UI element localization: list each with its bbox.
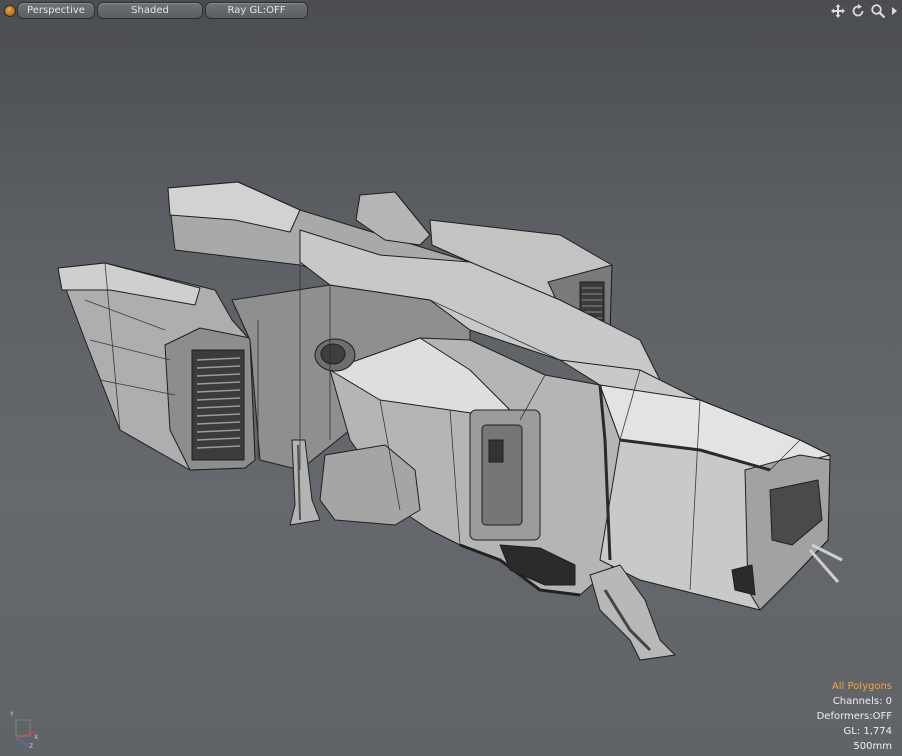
rotate-view-icon[interactable] xyxy=(850,3,866,19)
view-mode-dropdown[interactable]: Perspective xyxy=(17,2,95,19)
viewport-info-overlay: All Polygons Channels: 0 Deformers:OFF G… xyxy=(817,679,892,754)
axis-gizmo-icon: Y X Z xyxy=(9,711,38,748)
3d-viewport[interactable]: Perspective Shaded Ray GL:OFF Y X Z All … xyxy=(0,0,902,756)
viewport-nav-controls xyxy=(830,2,898,20)
axis-y-label: Y xyxy=(9,711,14,718)
viewport-menu-button[interactable] xyxy=(4,5,16,17)
grid-scale-readout: 500mm xyxy=(853,741,892,752)
shading-mode-dropdown[interactable]: Shaded xyxy=(97,2,203,19)
zoom-view-icon[interactable] xyxy=(870,3,886,19)
move-view-icon[interactable] xyxy=(830,3,846,19)
gl-readout: GL: 1,774 xyxy=(843,726,893,737)
raygl-toggle[interactable]: Ray GL:OFF xyxy=(205,2,308,19)
selection-mode-label[interactable]: All Polygons xyxy=(817,679,892,694)
axis-x-label: X xyxy=(34,734,38,741)
deformers-readout: Deformers:OFF xyxy=(816,711,892,722)
viewport-toolbar: Perspective Shaded Ray GL:OFF xyxy=(0,2,902,20)
channels-readout: Channels: 0 xyxy=(832,696,892,707)
spaceship-model[interactable] xyxy=(0,0,902,756)
expand-arrow-icon[interactable] xyxy=(890,3,898,19)
axis-z-label: Z xyxy=(29,743,33,748)
